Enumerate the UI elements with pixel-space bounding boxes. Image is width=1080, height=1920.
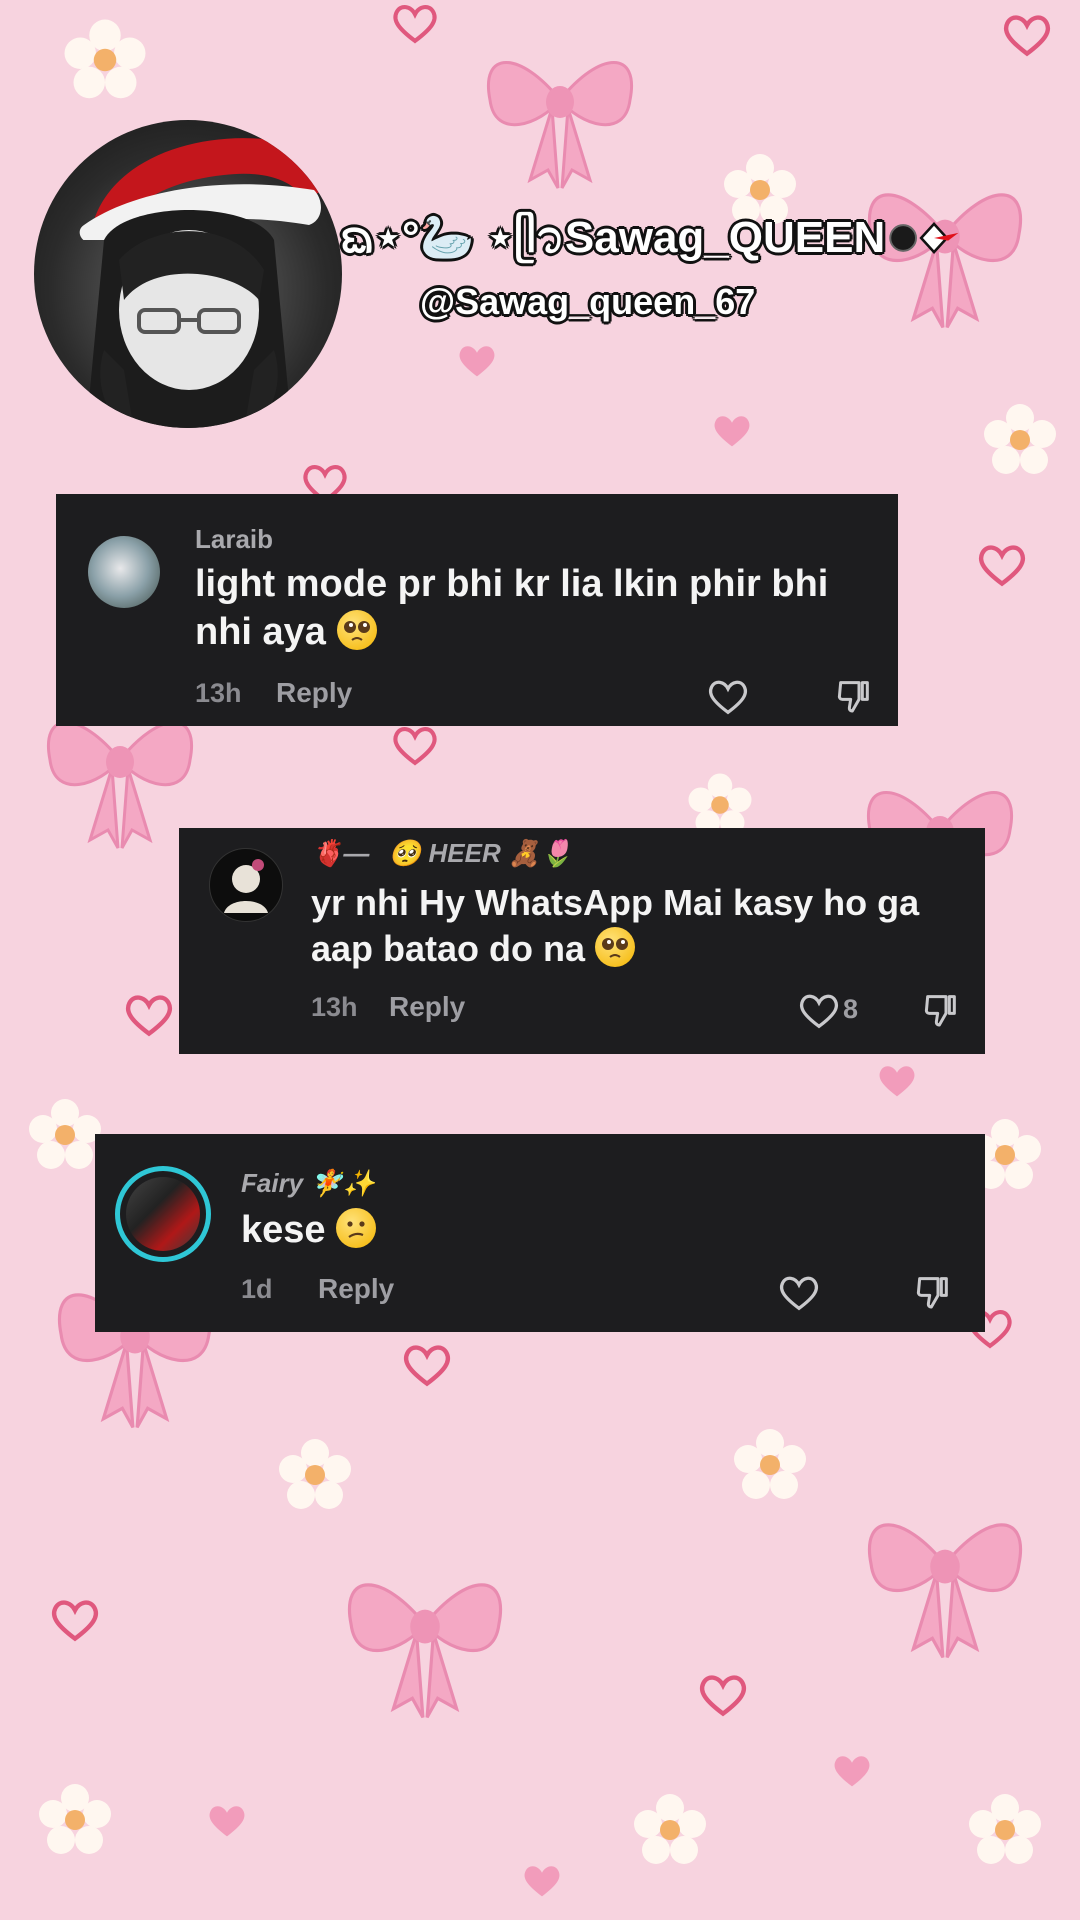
- heart-icon: [393, 727, 437, 766]
- comment-text-body: kese: [241, 1209, 326, 1251]
- bow-icon: [487, 61, 633, 189]
- heart-icon: [125, 995, 173, 1037]
- comment-time: 13h: [311, 992, 358, 1022]
- dislike-icon[interactable]: [913, 1272, 953, 1312]
- comment-text: yr nhi Hy WhatsApp Mai kasy ho ga aap ba…: [311, 880, 961, 972]
- avatar-figure-icon: [224, 859, 268, 913]
- comment-text: light mode pr bhi kr lia lkin phir bhi n…: [195, 560, 855, 656]
- comment-time: 13h: [195, 678, 242, 708]
- comment-time: 1d: [241, 1274, 273, 1304]
- heart-icon: [393, 5, 437, 44]
- username-suffix: 🧸🌷: [507, 838, 573, 868]
- like-heart-icon[interactable]: [777, 1272, 821, 1312]
- comment-username[interactable]: Laraib: [195, 524, 273, 555]
- like-heart-icon[interactable]: [706, 676, 750, 716]
- commenter-avatar[interactable]: [88, 536, 160, 608]
- heart-icon: [51, 1600, 99, 1642]
- profile-handle: @Sawag_queen_67: [420, 281, 756, 322]
- heart-icon: [699, 1675, 747, 1717]
- comment-card: 🫀—⃝🥺 HEER 🧸🌷 yr nhi Hy WhatsApp Mai kasy…: [179, 828, 985, 1054]
- reply-button[interactable]: Reply: [318, 1273, 394, 1305]
- reply-button[interactable]: Reply: [276, 677, 352, 709]
- heart-icon: [879, 1066, 915, 1097]
- comment-username[interactable]: Fairy 🧚✨: [241, 1168, 375, 1199]
- username-text: HEER: [428, 838, 501, 868]
- heart-icon: [714, 416, 750, 447]
- flower-icon: [969, 1794, 1041, 1864]
- comment-card: Laraib light mode pr bhi kr lia lkin phi…: [56, 494, 898, 726]
- dislike-icon[interactable]: [921, 990, 961, 1030]
- heart-icon: [459, 346, 495, 377]
- flower-icon: [29, 1099, 101, 1169]
- heart-icon: [209, 1806, 245, 1837]
- username-decoration: 🫀—⃝🥺: [311, 838, 422, 868]
- bow-icon: [868, 1523, 1022, 1659]
- anime-girl-illustration: [89, 210, 289, 428]
- bow-icon: [348, 1583, 502, 1719]
- like-count: 8: [843, 994, 859, 1024]
- dislike-icon[interactable]: [834, 676, 874, 716]
- avatar-photo: [126, 1177, 200, 1251]
- like-heart-icon[interactable]: [797, 990, 841, 1030]
- flower-icon: [64, 19, 146, 99]
- heart-icon: [978, 545, 1026, 587]
- flower-icon: [279, 1439, 351, 1509]
- heart-icon: [403, 1345, 451, 1387]
- flower-icon: [634, 1794, 706, 1864]
- profile-display-name: ᨳ⋆°🦢 ⋆ᥫ᭡Sawag_QUEEN: [340, 208, 960, 268]
- decorative-bow-icon: [889, 221, 959, 255]
- commenter-avatar[interactable]: [115, 1166, 211, 1262]
- flower-icon: [39, 1784, 111, 1854]
- commenter-avatar[interactable]: [209, 848, 283, 922]
- heart-icon: [1003, 15, 1051, 57]
- username-suffix: 🧚✨: [310, 1168, 376, 1198]
- comment-card: Fairy 🧚✨ kese 1d Reply: [95, 1134, 985, 1332]
- pleading-face-icon: [595, 927, 636, 967]
- comment-username[interactable]: 🫀—⃝🥺 HEER 🧸🌷: [311, 838, 573, 869]
- username-text: Fairy: [241, 1168, 304, 1198]
- comment-text: kese: [241, 1206, 841, 1254]
- pleading-face-icon: [336, 610, 377, 650]
- display-name-text: ᨳ⋆°🦢 ⋆ᥫ᭡Sawag_QUEEN: [340, 213, 886, 262]
- heart-icon: [524, 1866, 560, 1897]
- comment-text-body: light mode pr bhi kr lia lkin phir bhi n…: [195, 563, 829, 653]
- confused-face-icon: [336, 1208, 377, 1248]
- heart-icon: [834, 1756, 870, 1787]
- reply-button[interactable]: Reply: [389, 991, 465, 1023]
- flower-icon: [984, 404, 1056, 474]
- profile-avatar[interactable]: [34, 120, 342, 428]
- flower-icon: [734, 1429, 806, 1499]
